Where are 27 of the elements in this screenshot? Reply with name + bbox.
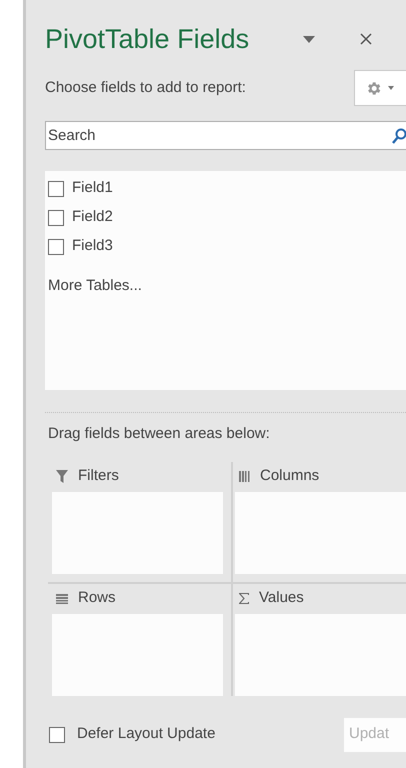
more-tables-link[interactable]: More Tables... [48,275,406,298]
areas-hint: Drag fields between areas below: [48,424,271,444]
caret-icon[interactable] [303,36,316,42]
area-label: Columns [260,466,320,486]
search-field[interactable]: Search [45,121,406,150]
sigma-icon [239,593,249,604]
search-icon [392,128,406,144]
area-label: Rows [78,588,116,608]
filter-icon [56,470,68,483]
caret-icon [388,86,394,90]
field-item[interactable]: Field2 [48,203,406,232]
subtitle: Choose fields to add to report: [45,78,246,98]
checkbox[interactable] [48,210,64,226]
close-icon[interactable] [360,33,372,45]
area-label: Values [259,588,304,608]
settings-button[interactable] [354,70,406,106]
checkbox[interactable] [48,180,64,196]
columns-icon [239,471,250,482]
field-item[interactable]: Field3 [48,232,406,261]
pane-title: PivotTable Fields [45,22,250,56]
settings-icon [365,80,382,96]
checkbox[interactable] [48,238,64,254]
defer-label: Defer Layout Update [77,724,216,744]
area-label: Filters [78,466,119,486]
checkbox[interactable] [49,726,65,742]
rows-icon [56,594,68,604]
field-item[interactable]: Field1 [48,174,406,203]
